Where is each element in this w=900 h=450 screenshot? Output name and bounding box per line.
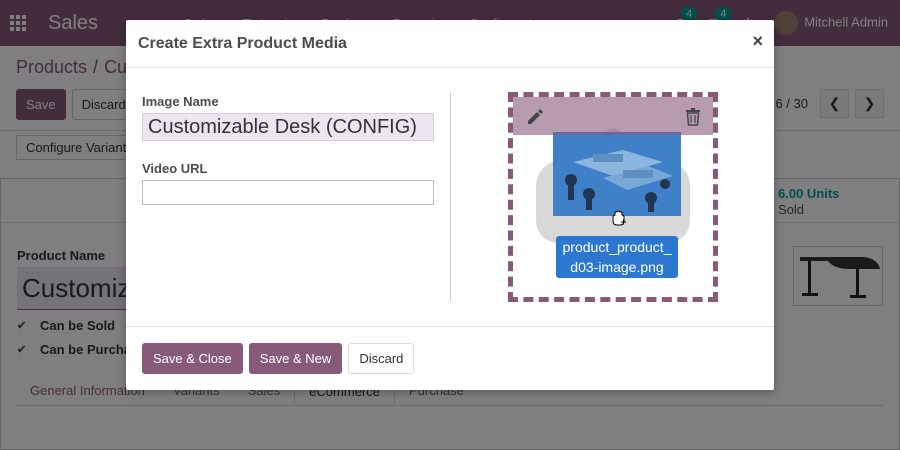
office-desks-image xyxy=(553,132,681,216)
save-new-button[interactable]: Save & New xyxy=(248,343,343,374)
image-name-label: Image Name xyxy=(142,94,219,109)
dragged-image-thumbnail xyxy=(553,132,681,216)
grab-cursor-icon xyxy=(612,210,626,226)
column-separator xyxy=(450,92,451,301)
close-icon[interactable]: × xyxy=(752,31,763,52)
dragged-filename-line-1: product_product_ xyxy=(562,239,672,255)
image-name-input[interactable] xyxy=(142,113,434,141)
video-url-label: Video URL xyxy=(142,161,208,176)
video-url-input[interactable] xyxy=(142,180,434,205)
save-close-button[interactable]: Save & Close xyxy=(142,343,243,374)
modal-header: Create Extra Product Media xyxy=(126,20,774,68)
dragged-file-label: product_product_ d03-image.png xyxy=(556,236,678,278)
modal-footer: Save & Close Save & New Discard xyxy=(126,326,774,390)
trash-icon[interactable] xyxy=(685,108,701,126)
dragged-filename-line-2: d03-image.png xyxy=(570,259,664,275)
media-form: Image Name Video URL xyxy=(142,94,434,205)
pencil-icon[interactable] xyxy=(526,108,544,126)
image-toolbar xyxy=(513,97,713,135)
modal-title: Create Extra Product Media xyxy=(138,34,347,52)
discard-button[interactable]: Discard xyxy=(348,343,415,374)
